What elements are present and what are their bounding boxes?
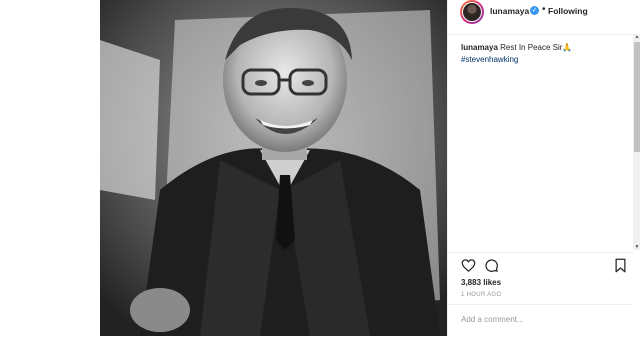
following-button[interactable]: Following (548, 6, 588, 16)
avatar[interactable] (460, 0, 484, 24)
comments-scrollbar[interactable]: ▲ ▼ (633, 34, 640, 250)
scroll-up-arrow-icon[interactable]: ▲ (633, 34, 640, 40)
caption-text: Rest In Peace Sir🙏 (500, 43, 573, 52)
caption-username[interactable]: lunamaya (461, 43, 498, 52)
scroll-thumb[interactable] (634, 42, 640, 152)
likes-count[interactable]: 3,883 likes (461, 278, 501, 287)
actions-divider (448, 252, 633, 253)
verified-badge-icon: ✓ (530, 6, 539, 15)
post-caption: lunamaya Rest In Peace Sir🙏 #stevenhawki… (461, 42, 626, 66)
comment-icon[interactable] (484, 258, 499, 273)
separator-dot: • (542, 4, 546, 15)
scroll-down-arrow-icon[interactable]: ▼ (633, 244, 640, 250)
post-photo[interactable] (100, 0, 447, 336)
photo-illustration (100, 0, 447, 336)
heart-icon[interactable] (461, 258, 476, 273)
header-divider (448, 34, 633, 35)
comment-divider (448, 304, 633, 305)
post-header: lunamaya ✓ • Following (448, 0, 633, 24)
post-timestamp[interactable]: 1 HOUR AGO (461, 292, 501, 298)
username-link[interactable]: lunamaya (490, 6, 529, 16)
hashtag-link[interactable]: #stevenhawking (461, 54, 626, 66)
post-sidebar: lunamaya ✓ • Following lunamaya Rest In … (447, 0, 640, 336)
comment-input[interactable]: Add a comment... (461, 315, 524, 324)
bookmark-icon[interactable] (613, 258, 628, 273)
